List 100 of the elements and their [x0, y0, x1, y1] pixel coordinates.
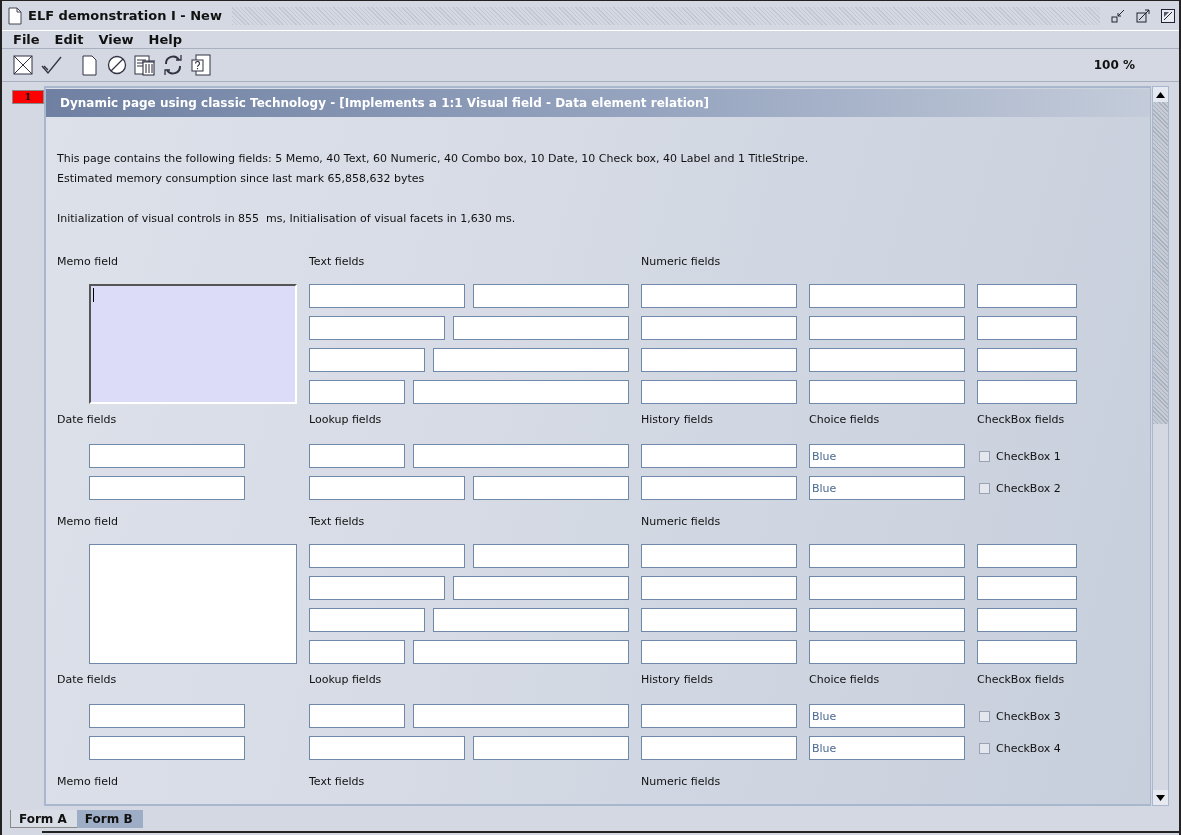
info-text: This page contains the following fields: 5 Memo, 40 Text, 60 Numeric, 40 Combo box, 10 Date, 10 Check box, 40 Label and 1 TitleStripe. — [57, 151, 810, 167]
menu-item[interactable]: Help — [146, 32, 187, 47]
text-field[interactable] — [309, 284, 465, 308]
text-field[interactable] — [413, 640, 629, 664]
numeric-field[interactable] — [977, 640, 1077, 664]
menu-item[interactable]: View — [96, 32, 138, 47]
numeric-field[interactable] — [977, 576, 1077, 600]
text-field[interactable] — [309, 576, 445, 600]
text-field[interactable] — [309, 380, 405, 404]
choice-field[interactable]: Blue — [809, 704, 965, 728]
numeric-field[interactable] — [977, 544, 1077, 568]
history-field[interactable] — [641, 476, 797, 500]
section-label: Lookup fields — [309, 672, 383, 688]
up-arrow-icon[interactable] — [1156, 91, 1165, 98]
memo-field[interactable] — [89, 284, 297, 404]
section-label: Date fields — [57, 412, 118, 428]
form-tab[interactable]: Form B — [76, 810, 143, 828]
menu-item[interactable]: File — [11, 32, 44, 47]
document-icon — [8, 6, 22, 25]
checkbox[interactable] — [979, 482, 990, 494]
history-field[interactable] — [641, 736, 797, 760]
text-field[interactable] — [309, 608, 425, 632]
checkbox-label: CheckBox 4 — [996, 741, 1061, 755]
checkbox[interactable] — [979, 742, 990, 754]
numeric-field[interactable] — [809, 576, 965, 600]
menu-item[interactable]: Edit — [52, 32, 88, 47]
scrollbar[interactable] — [1152, 86, 1169, 806]
numeric-field[interactable] — [977, 316, 1077, 340]
scroll-thumb[interactable] — [1153, 102, 1168, 424]
numeric-field[interactable] — [977, 284, 1077, 308]
numeric-field[interactable] — [809, 608, 965, 632]
cancel-icon[interactable] — [106, 54, 128, 76]
close-icon — [1161, 8, 1175, 23]
text-field[interactable] — [453, 576, 629, 600]
numeric-field[interactable] — [641, 608, 797, 632]
section-label: Text fields — [309, 254, 366, 268]
text-field[interactable] — [433, 348, 629, 372]
close-button[interactable] — [1160, 7, 1176, 24]
lookup-field[interactable] — [413, 444, 629, 468]
text-field[interactable] — [309, 640, 405, 664]
numeric-field[interactable] — [641, 576, 797, 600]
choice-field[interactable]: Blue — [809, 476, 965, 500]
page-marker-tab[interactable]: 1 — [12, 90, 44, 104]
numeric-field[interactable] — [977, 380, 1077, 404]
numeric-field[interactable] — [809, 380, 965, 404]
section-label: Numeric fields — [641, 254, 722, 268]
text-field[interactable] — [413, 380, 629, 404]
lookup-field[interactable] — [309, 444, 405, 468]
form-tab[interactable]: Form A — [10, 810, 77, 828]
numeric-field[interactable] — [641, 380, 797, 404]
close-form-icon[interactable] — [12, 54, 34, 76]
date-field[interactable] — [89, 444, 245, 468]
date-field[interactable] — [89, 704, 245, 728]
checkbox[interactable] — [979, 710, 990, 722]
text-field[interactable] — [453, 316, 629, 340]
section-label: Text fields — [309, 774, 366, 788]
refresh-icon[interactable] — [162, 54, 184, 76]
section-label: Memo field — [57, 514, 119, 528]
numeric-field[interactable] — [809, 640, 965, 664]
trash-icon[interactable] — [134, 54, 156, 76]
memo-field[interactable] — [89, 544, 297, 664]
numeric-field[interactable] — [641, 544, 797, 568]
choice-field[interactable]: Blue — [809, 444, 965, 468]
numeric-field[interactable] — [641, 316, 797, 340]
numeric-field[interactable] — [809, 316, 965, 340]
checkbox-label: CheckBox 2 — [996, 481, 1061, 495]
checkmark-icon[interactable] — [40, 54, 62, 76]
numeric-field[interactable] — [809, 544, 965, 568]
lookup-field[interactable] — [309, 476, 465, 500]
checkbox[interactable] — [979, 450, 990, 462]
lookup-field[interactable] — [473, 736, 629, 760]
text-field[interactable] — [309, 316, 445, 340]
help-document-icon[interactable] — [190, 54, 212, 76]
text-field[interactable] — [473, 284, 629, 308]
section-label: CheckBox fields — [977, 412, 1066, 428]
text-field[interactable] — [309, 544, 465, 568]
lookup-field[interactable] — [473, 476, 629, 500]
history-field[interactable] — [641, 704, 797, 728]
section-label: Choice fields — [809, 412, 881, 428]
lookup-field[interactable] — [309, 736, 465, 760]
numeric-field[interactable] — [809, 284, 965, 308]
info-text: Estimated memory consumption since last mark 65,858,632 bytes — [57, 171, 426, 187]
numeric-field[interactable] — [641, 284, 797, 308]
choice-field[interactable]: Blue — [809, 736, 965, 760]
down-arrow-icon[interactable] — [1156, 794, 1165, 801]
date-field[interactable] — [89, 476, 245, 500]
minimize-button[interactable] — [1110, 7, 1126, 24]
numeric-field[interactable] — [641, 640, 797, 664]
numeric-field[interactable] — [977, 348, 1077, 372]
maximize-button[interactable] — [1135, 7, 1151, 24]
text-field[interactable] — [473, 544, 629, 568]
numeric-field[interactable] — [641, 348, 797, 372]
numeric-field[interactable] — [977, 608, 1077, 632]
history-field[interactable] — [641, 444, 797, 468]
text-field[interactable] — [433, 608, 629, 632]
lookup-field[interactable] — [413, 704, 629, 728]
lookup-field[interactable] — [309, 704, 405, 728]
date-field[interactable] — [89, 736, 245, 760]
numeric-field[interactable] — [809, 348, 965, 372]
text-field[interactable] — [309, 348, 425, 372]
